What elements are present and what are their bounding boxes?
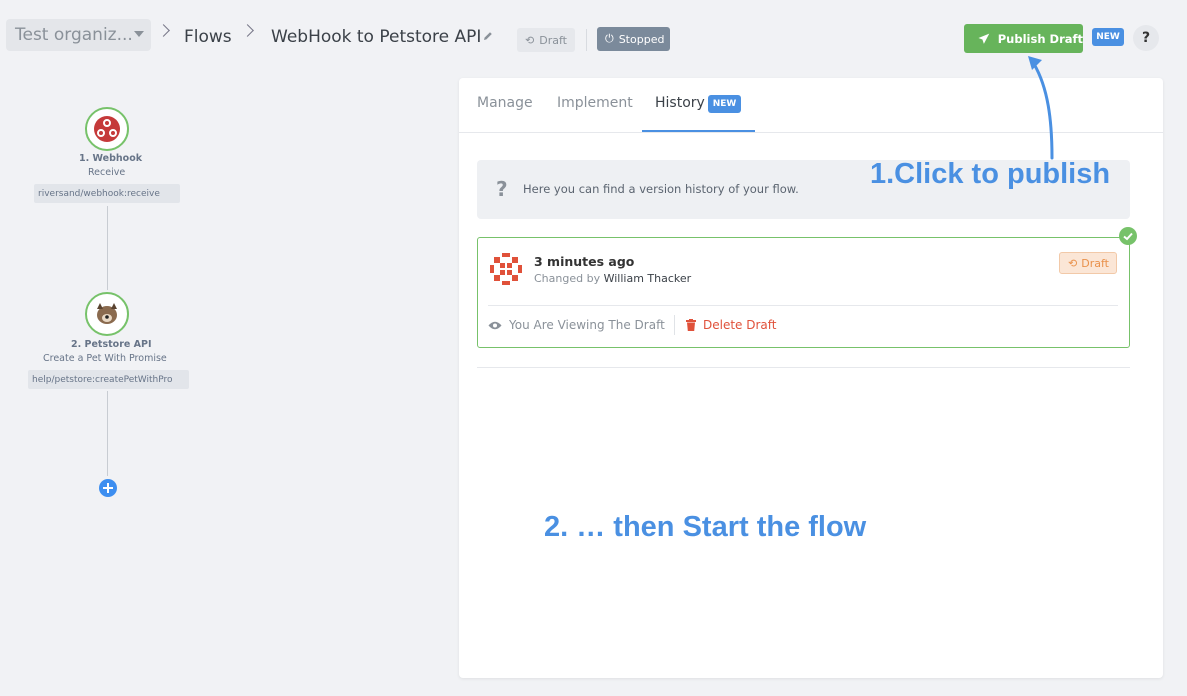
- organization-name: Test organiz...: [15, 25, 133, 45]
- power-icon: ⏻: [605, 32, 614, 45]
- chevron-right-icon: [241, 24, 254, 37]
- node-subtitle: Create a Pet With Promise: [43, 353, 167, 364]
- version-draft-badge: ⟲ Draft: [1059, 252, 1117, 274]
- breadcrumb-flows[interactable]: Flows: [184, 25, 232, 49]
- annotation-arrow-icon: [1028, 56, 1054, 160]
- history-new-badge: NEW: [708, 95, 741, 113]
- list-divider: [477, 367, 1130, 368]
- trash-icon: [686, 319, 696, 331]
- webhook-icon[interactable]: [85, 107, 129, 151]
- version-card[interactable]: 3 minutes ago Changed by William Thacker…: [477, 237, 1130, 348]
- viewing-draft-indicator: You Are Viewing The Draft: [488, 318, 665, 332]
- annotation-step-1: 1.Click to publish: [870, 158, 1111, 190]
- tab-implement[interactable]: Implement: [557, 95, 633, 111]
- organization-select[interactable]: Test organiz...: [6, 19, 151, 51]
- chevron-right-icon: [157, 24, 170, 37]
- node-component-tag: riversand/webhook:receive: [34, 184, 180, 203]
- version-author-line: Changed by William Thacker: [534, 272, 692, 285]
- new-badge: NEW: [1092, 28, 1124, 46]
- node-title: 1. Webhook: [79, 153, 143, 164]
- flow-connector: [107, 206, 108, 290]
- active-tab-indicator: [642, 130, 755, 132]
- eye-icon: [488, 321, 502, 329]
- caret-down-icon: [134, 31, 144, 37]
- node-title: 2. Petstore API: [71, 339, 152, 350]
- question-icon: ?: [496, 177, 508, 201]
- node-subtitle: Receive: [88, 167, 126, 178]
- flow-connector: [107, 391, 108, 476]
- version-time: 3 minutes ago: [534, 254, 635, 269]
- stopped-toggle[interactable]: ⏻ Stopped: [597, 27, 670, 51]
- card-divider: [488, 305, 1118, 306]
- avatar: [490, 253, 522, 285]
- tab-history[interactable]: History: [655, 95, 705, 111]
- tab-manage[interactable]: Manage: [477, 95, 533, 111]
- delete-draft-button[interactable]: Delete Draft: [686, 318, 777, 332]
- history-icon: ⟲: [1068, 256, 1078, 270]
- flow-title: WebHook to Petstore API: [271, 27, 482, 47]
- draft-status-chip: ⟲ Draft: [517, 28, 575, 52]
- history-icon: ⟲: [525, 33, 535, 47]
- dog-avatar-icon[interactable]: [85, 292, 129, 336]
- version-author: William Thacker: [603, 272, 692, 285]
- add-step-button[interactable]: [99, 479, 117, 497]
- publish-draft-button[interactable]: Publish Draft: [964, 24, 1083, 53]
- annotation-step-2: 2. … then Start the flow: [544, 511, 867, 543]
- paper-plane-icon: [978, 33, 990, 44]
- pencil-icon[interactable]: [483, 31, 493, 41]
- check-icon: [1119, 227, 1137, 245]
- divider: [586, 29, 587, 51]
- info-text: Here you can find a version history of y…: [523, 182, 799, 196]
- help-button[interactable]: ?: [1133, 25, 1159, 51]
- top-bar: Test organiz... Flows WebHook to Petstor…: [0, 0, 1187, 78]
- node-component-tag: help/petstore:createPetWithPro: [28, 370, 189, 389]
- divider: [674, 315, 675, 335]
